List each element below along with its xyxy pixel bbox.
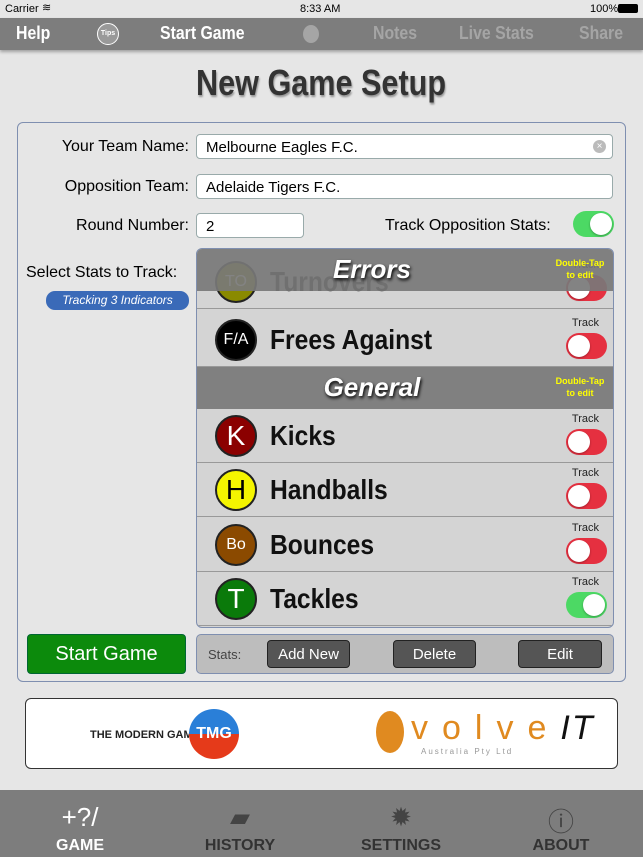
delete-button[interactable]: Delete — [393, 640, 476, 668]
stats-list[interactable]: TO Turnovers Track F/A Frees Against Tra… — [196, 248, 614, 628]
stat-name: Kicks — [270, 420, 336, 451]
top-nav: Help Tips Start Game Notes Live Stats Sh… — [0, 18, 643, 50]
tab-history[interactable]: ▰ HISTORY — [160, 790, 320, 857]
track-label: Track — [571, 522, 599, 534]
tab-label: HISTORY — [204, 837, 276, 854]
tracking-badge: Tracking 3 Indicators — [46, 291, 189, 310]
info-icon: ⓘ — [547, 807, 574, 837]
wifi-icon: ≋ — [42, 2, 52, 14]
select-stats-label: Select Stats to Track: — [26, 264, 178, 281]
stat-badge-icon: K — [215, 415, 257, 457]
double-tap-hint: Double-Tap to edit — [555, 258, 605, 280]
track-toggle[interactable] — [566, 538, 607, 564]
stat-row[interactable]: H Handballs Track — [197, 463, 613, 517]
add-new-button[interactable]: Add New — [267, 640, 350, 668]
battery-level: 100% — [590, 3, 619, 15]
tmg-logo: THE MODERN GAME — [90, 729, 200, 741]
time: 8:33 AM — [300, 3, 341, 15]
track-label: Track — [571, 576, 599, 588]
track-toggle[interactable] — [566, 592, 607, 618]
round-label: Round Number: — [76, 217, 189, 234]
gear-icon: ✹ — [390, 802, 412, 832]
stat-badge-icon: F/A — [215, 319, 257, 361]
notes-button[interactable]: Notes — [373, 23, 417, 44]
section-title: General — [323, 372, 421, 402]
section-header[interactable]: Errors Double-Tap to edit — [197, 249, 613, 291]
stats-label: Stats: — [208, 647, 242, 662]
track-toggle[interactable] — [566, 429, 607, 455]
section-header[interactable]: General Double-Tap to edit — [197, 367, 613, 409]
stat-row[interactable]: K Kicks Track — [197, 409, 613, 463]
tips-icon[interactable]: Tips — [97, 23, 119, 45]
track-opposition-toggle[interactable] — [573, 211, 614, 237]
evolve-logo-e — [376, 711, 404, 753]
history-folder-icon: ▰ — [230, 802, 250, 832]
start-game-nav-button[interactable]: Start Game — [160, 23, 245, 44]
track-toggle[interactable] — [566, 333, 607, 359]
double-tap-hint: Double-Tap to edit — [555, 376, 605, 398]
tab-label: SETTINGS — [360, 837, 441, 854]
opposition-input[interactable]: Adelaide Tigers F.C. — [196, 174, 613, 199]
stat-row[interactable]: Bo Bounces Track — [197, 518, 613, 572]
stat-name: Handballs — [270, 474, 388, 505]
carrier: Carrier — [5, 3, 39, 15]
help-button[interactable]: Help — [16, 23, 50, 44]
team-name-label: Your Team Name: — [61, 138, 189, 155]
team-name-input[interactable]: Melbourne Eagles F.C. × — [196, 134, 613, 159]
opposition-label: Opposition Team: — [64, 178, 189, 195]
page-title: New Game Setup — [196, 62, 447, 103]
track-toggle[interactable] — [566, 483, 607, 509]
stat-name: Bounces — [270, 529, 375, 560]
edit-button[interactable]: Edit — [518, 640, 602, 668]
share-button[interactable]: Share — [579, 23, 623, 44]
live-stats-button[interactable]: Live Stats — [459, 23, 534, 44]
battery-icon — [618, 4, 638, 13]
track-opposition-label: Track Opposition Stats: — [385, 217, 551, 234]
tab-label: ABOUT — [532, 837, 590, 854]
round-input[interactable]: 2 — [196, 213, 304, 238]
stopwatch-icon — [303, 25, 319, 43]
stat-badge-icon: H — [215, 469, 257, 511]
clear-icon[interactable]: × — [593, 140, 606, 153]
evolve-logo: volveIT — [411, 709, 595, 747]
tmg-logo-circle: TMG — [189, 709, 239, 759]
track-label: Track — [571, 317, 599, 329]
track-label: Track — [571, 467, 599, 479]
stat-row[interactable]: F/A Frees Against Track — [197, 313, 613, 367]
game-icon: +?/ — [61, 802, 99, 832]
section-title: Errors — [332, 254, 412, 284]
stat-name: Frees Against — [270, 324, 433, 355]
tab-game[interactable]: +?/ GAME — [0, 790, 160, 857]
stat-row[interactable]: T Tackles Track — [197, 572, 613, 626]
tips-label: Tips — [100, 30, 116, 37]
stat-badge-icon: T — [215, 578, 257, 620]
evolve-subtitle: Australia Pty Ltd — [421, 747, 514, 756]
stat-badge-icon: Bo — [215, 524, 257, 566]
sponsor-banner: THE MODERN GAME TMG volveIT Australia Pt… — [25, 698, 618, 769]
tab-settings[interactable]: ✹ SETTINGS — [321, 790, 481, 857]
status-bar: Carrier ≋ 8:33 AM 100% — [0, 0, 643, 18]
tab-about[interactable]: ⓘ ABOUT — [481, 790, 641, 857]
track-label: Track — [571, 413, 599, 425]
start-game-button[interactable]: Start Game — [27, 634, 186, 674]
tab-label: GAME — [56, 837, 104, 854]
stat-name: Tackles — [270, 583, 359, 614]
